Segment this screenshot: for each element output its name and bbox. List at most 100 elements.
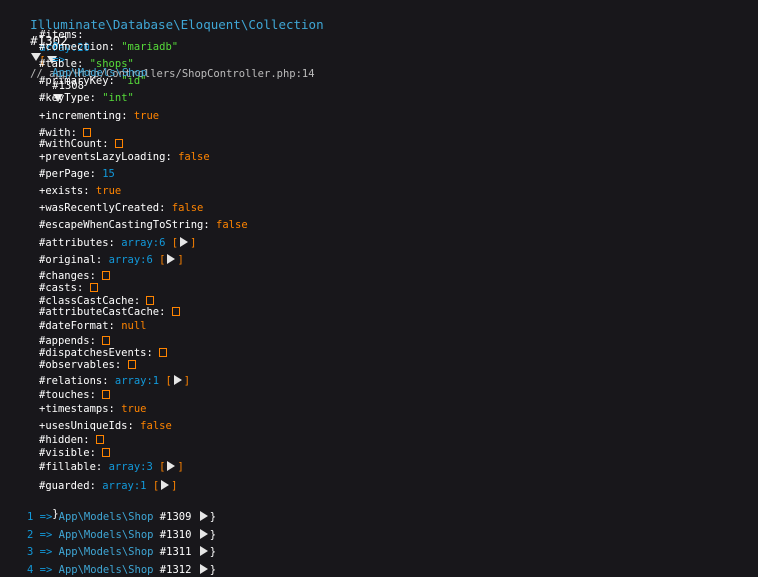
property-key: #escapeWhenCastingToString (39, 219, 204, 231)
property-row: +timestamps: true (39, 403, 147, 415)
collection-header: Illuminate\Database\Eloquent\Collection … (0, 1, 324, 80)
item-class: App\Models\Shop (58, 546, 154, 558)
property-key: #fillable (39, 461, 96, 473)
item-ref: #1311 (159, 546, 192, 558)
collection-item-row: 2 => App\Models\Shop #1310 } (27, 529, 217, 541)
collection-item-row: 1 => App\Models\Shop #1309 } (27, 511, 217, 523)
empty-array-icon (102, 271, 111, 280)
expand-toggle-icon[interactable] (179, 237, 189, 247)
property-row: #attributeCastCache: (39, 306, 180, 319)
array-count: array:1 (102, 480, 147, 492)
property-row: #relations: array:1 [] (39, 375, 191, 387)
property-row: +preventsLazyLoading: false (39, 151, 210, 163)
property-row: +usesUniqueIds: false (39, 420, 172, 432)
item-class: App\Models\Shop (58, 511, 154, 523)
property-key: +incrementing (39, 110, 122, 122)
array-count: array:6 (108, 254, 153, 266)
property-row: +exists: true (39, 185, 122, 197)
property-key: #keyType (39, 92, 90, 104)
empty-array-icon (146, 296, 155, 305)
property-key: +preventsLazyLoading (39, 151, 166, 163)
property-key: #table (39, 58, 77, 70)
property-value: true (95, 185, 122, 197)
empty-array-icon (102, 448, 111, 457)
property-row: #dateFormat: null (39, 320, 147, 332)
item-ref: #1310 (159, 529, 192, 541)
array-count: array:1 (114, 375, 160, 387)
empty-array-icon (114, 139, 123, 148)
property-key: #primaryKey (39, 75, 109, 87)
expand-toggle-icon[interactable] (199, 529, 209, 539)
empty-array-icon (102, 336, 111, 345)
item-index: 1 (27, 511, 34, 523)
property-key: #withCount (39, 138, 103, 150)
property-row: #original: array:6 [] (39, 254, 184, 266)
array-count: array:6 (121, 237, 166, 249)
empty-array-icon (102, 390, 111, 399)
property-row: #casts: (39, 282, 98, 295)
property-key: +timestamps (39, 403, 109, 415)
property-value: "int" (102, 92, 134, 104)
property-row: #keyType: "int" (39, 92, 134, 104)
property-key: #dateFormat (39, 320, 109, 332)
property-key: +exists (39, 185, 84, 197)
property-key: #perPage (39, 168, 90, 180)
property-value: false (178, 151, 210, 163)
property-value: false (216, 219, 248, 231)
item-0-row: 0 => App\Models\Shop #1308 (27, 28, 147, 102)
property-key: +usesUniqueIds (39, 420, 128, 432)
empty-array-icon (159, 348, 168, 357)
property-key: #hidden (39, 434, 84, 446)
property-key: #attributeCastCache (39, 306, 160, 318)
property-key: #appends (39, 335, 90, 347)
property-row: #hidden: (39, 434, 104, 447)
property-row: #touches: (39, 389, 111, 402)
property-row: #withCount: (39, 138, 123, 151)
property-value: false (171, 202, 204, 214)
property-value: null (121, 320, 147, 332)
expand-toggle-icon[interactable] (160, 480, 170, 490)
property-value: true (121, 403, 147, 415)
property-key: #casts (39, 282, 77, 294)
property-row: #escapeWhenCastingToString: false (39, 219, 248, 231)
var-dump-panel: Illuminate\Database\Eloquent\Collection … (0, 0, 758, 576)
property-value: "id" (121, 75, 147, 87)
array-count: array:3 (108, 461, 153, 473)
item-class: App\Models\Shop (58, 529, 154, 541)
empty-array-icon (127, 360, 136, 369)
property-row: #perPage: 15 (39, 168, 115, 180)
property-row: #connection: "mariadb" (39, 41, 179, 53)
property-row: #guarded: array:1 [] (39, 480, 178, 492)
expand-toggle-icon[interactable] (166, 254, 176, 264)
property-key: #dispatchesEvents (39, 347, 147, 359)
property-value: 15 (102, 168, 115, 180)
item-index: 2 (27, 529, 34, 541)
property-key: #original (39, 254, 96, 266)
item-class: App\Models\Shop (58, 564, 154, 576)
empty-array-icon (95, 435, 104, 444)
property-row: #table: "shops" (39, 58, 134, 70)
property-row: +incrementing: true (39, 110, 160, 122)
item-ref: #1309 (159, 511, 192, 523)
expand-toggle-icon[interactable] (173, 375, 183, 385)
expand-toggle-icon[interactable] (166, 461, 176, 471)
item-index: 3 (27, 546, 34, 558)
property-key: #attributes (39, 237, 109, 249)
property-value: "mariadb" (121, 41, 179, 53)
property-value: "shops" (89, 58, 134, 70)
property-key: #relations (39, 375, 103, 387)
property-row: #attributes: array:6 [] (39, 237, 197, 249)
property-key: #guarded (39, 480, 90, 492)
expand-toggle-icon[interactable] (199, 511, 209, 521)
property-key: #connection (39, 41, 109, 53)
property-key: #touches (39, 389, 90, 401)
empty-array-icon (171, 307, 180, 316)
expand-toggle-icon[interactable] (199, 546, 209, 556)
property-row: #visible: (39, 447, 111, 460)
property-value: false (140, 420, 172, 432)
item-ref: #1312 (159, 564, 192, 576)
item-index: 4 (27, 564, 34, 576)
collection-item-row: 3 => App\Models\Shop #1311 } (27, 546, 217, 558)
property-key: #visible (39, 447, 90, 459)
expand-toggle-icon[interactable] (199, 564, 209, 574)
